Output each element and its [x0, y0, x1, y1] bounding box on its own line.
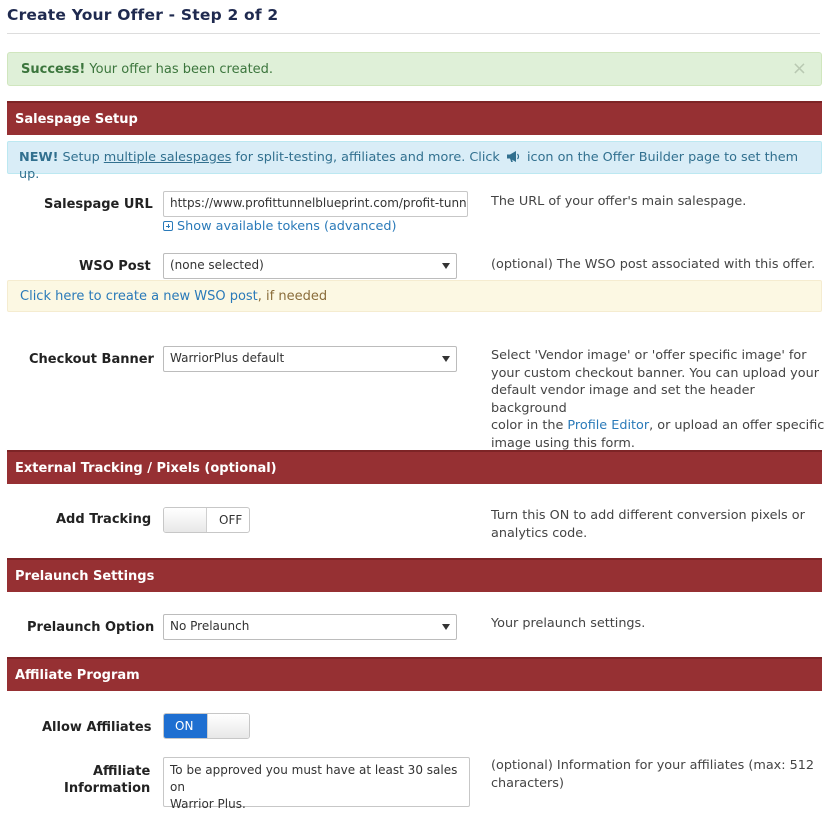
- create-wso-alert: Click here to create a new WSO post, if …: [7, 280, 822, 312]
- info-alert: NEW! Setup multiple salespages for split…: [7, 141, 822, 182]
- caret-down-icon: [442, 263, 450, 269]
- success-alert: Success! Your offer has been created. ×: [7, 52, 822, 86]
- wso-post-select[interactable]: (none selected): [163, 253, 457, 279]
- section-header-salespage: Salespage Setup: [7, 101, 822, 135]
- title-divider: [7, 33, 820, 34]
- create-wso-link[interactable]: Click here to create a new WSO post: [20, 289, 258, 304]
- section-header-prelaunch: Prelaunch Settings: [7, 558, 822, 592]
- add-tracking-label: Add Tracking: [56, 512, 152, 527]
- checkout-banner-select[interactable]: WarriorPlus default: [163, 346, 457, 372]
- wso-post-help: (optional) The WSO post associated with …: [491, 257, 816, 272]
- section-header-affiliate: Affiliate Program: [7, 657, 822, 691]
- wso-post-selected: (none selected): [170, 258, 264, 272]
- checkout-banner-help-text: , or upload an offer specific: [649, 418, 825, 433]
- toggle-handle: [164, 508, 207, 532]
- caret-down-icon: [442, 624, 450, 630]
- success-alert-message: Your offer has been created.: [85, 62, 274, 77]
- prelaunch-option-help: Your prelaunch settings.: [491, 616, 646, 631]
- show-tokens-link[interactable]: Show available tokens (advanced): [163, 219, 396, 234]
- checkout-banner-help-line: your custom checkout banner. You can upl…: [491, 365, 819, 381]
- info-alert-strong: NEW!: [19, 150, 59, 165]
- salespage-url-input[interactable]: https://www.profittunnelblueprint.com/pr…: [163, 191, 468, 217]
- section-header-tracking: External Tracking / Pixels (optional): [7, 450, 822, 484]
- info-alert-text-2: for split-testing, affiliates and more. …: [231, 150, 504, 165]
- create-wso-suffix: , if needed: [257, 289, 328, 304]
- affiliate-info-label-line: Affiliate: [92, 764, 151, 779]
- info-alert-text: Setup: [58, 150, 104, 165]
- toggle-state-label: OFF: [219, 513, 243, 527]
- caret-down-icon: [442, 356, 450, 362]
- close-icon[interactable]: ×: [792, 58, 807, 79]
- show-tokens-link-label: Show available tokens (advanced): [177, 219, 397, 234]
- multiple-salespages-link[interactable]: multiple salespages: [104, 150, 232, 165]
- checkout-banner-help-line: color in the Profile Editor, or upload a…: [491, 417, 827, 435]
- prelaunch-option-select[interactable]: No Prelaunch: [163, 614, 457, 640]
- affiliate-info-help-line: characters): [491, 775, 564, 791]
- affiliate-info-label-line: Information: [64, 781, 151, 796]
- checkout-banner-help-text: color in the: [491, 418, 568, 433]
- prelaunch-option-label: Prelaunch Option: [27, 620, 155, 635]
- plus-square-icon: [163, 221, 173, 231]
- add-tracking-toggle[interactable]: OFF: [163, 507, 250, 533]
- checkout-banner-help: Select 'Vendor image' or 'offer specific…: [491, 347, 827, 452]
- checkout-banner-selected: WarriorPlus default: [170, 351, 285, 365]
- add-tracking-help-line: analytics code.: [491, 525, 588, 541]
- wso-post-label: WSO Post: [79, 259, 151, 274]
- affiliate-info-value-line: Warrior Plus.: [170, 797, 246, 811]
- add-tracking-help-line: Turn this ON to add different conversion…: [491, 508, 805, 523]
- salespage-url-label: Salespage URL: [44, 197, 153, 212]
- page-title: Create Your Offer - Step 2 of 2: [7, 6, 279, 24]
- profile-editor-link[interactable]: Profile Editor: [567, 418, 649, 433]
- allow-affiliates-toggle[interactable]: ON: [163, 713, 250, 739]
- affiliate-info-label: Affiliate Information: [64, 763, 151, 797]
- salespage-url-help: The URL of your offer's main salespage.: [491, 194, 747, 209]
- affiliate-info-help: (optional) Information for your affiliat…: [491, 757, 814, 792]
- prelaunch-option-selected: No Prelaunch: [170, 619, 250, 633]
- allow-affiliates-label: Allow Affiliates: [42, 720, 152, 735]
- affiliate-info-help-line: (optional) Information for your affiliat…: [491, 758, 815, 773]
- toggle-handle: [207, 714, 249, 738]
- add-tracking-help: Turn this ON to add different conversion…: [491, 507, 805, 542]
- checkout-banner-help-line: default vendor image and set the header …: [491, 383, 755, 416]
- checkout-banner-help-line: Select 'Vendor image' or 'offer specific…: [491, 348, 807, 363]
- toggle-state-label: ON: [164, 714, 207, 738]
- affiliate-info-value-line: To be approved you must have at least 30…: [170, 763, 458, 794]
- success-alert-strong: Success!: [21, 62, 86, 77]
- checkout-banner-label: Checkout Banner: [29, 352, 154, 367]
- megaphone-icon: [506, 150, 521, 167]
